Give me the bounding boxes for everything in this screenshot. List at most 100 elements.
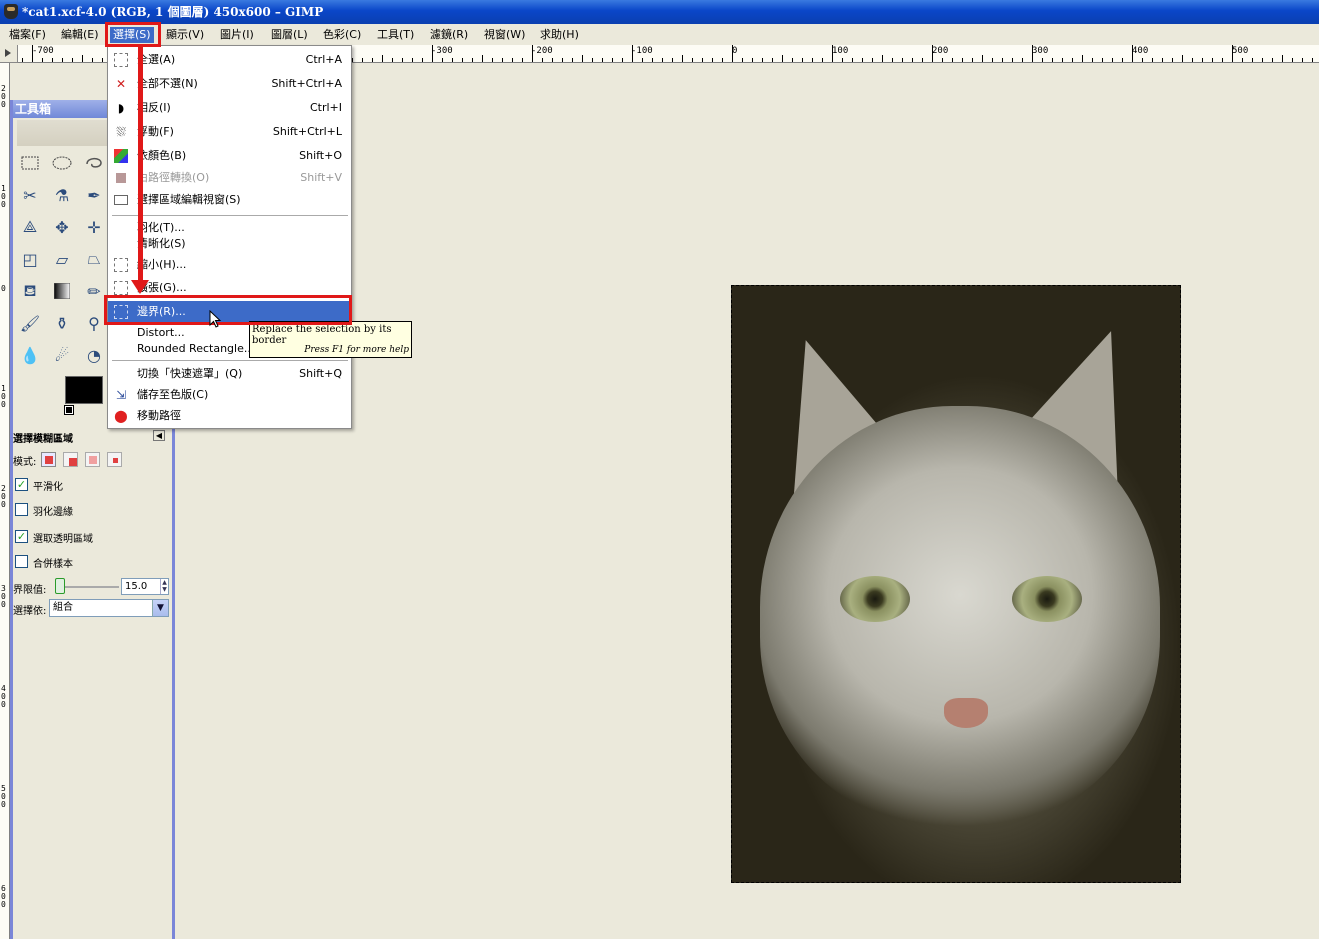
to-path-icon: ⬤ xyxy=(114,409,128,423)
quick-mask-corner-button[interactable] xyxy=(0,45,18,63)
mode-subtract-icon[interactable] xyxy=(85,452,100,467)
menu-layer[interactable]: 圖層(L) xyxy=(268,27,311,43)
mode-intersect-icon[interactable] xyxy=(107,452,122,467)
mode-replace-icon[interactable] xyxy=(41,452,56,467)
smudge-tool-icon[interactable]: ☄ xyxy=(49,342,75,368)
menu-image[interactable]: 圖片(I) xyxy=(217,27,257,43)
ruler-tick xyxy=(1122,58,1123,62)
menu-item-invert[interactable]: ◗ 相反(I) Ctrl+I xyxy=(108,97,351,119)
ruler-tick xyxy=(532,45,533,62)
ruler-tick xyxy=(462,58,463,62)
menu-item-select-none[interactable]: ✕ 全部不選(N) Shift+Ctrl+A xyxy=(108,73,351,95)
select-by-label: 選擇依: xyxy=(13,606,47,617)
menu-item-select-all[interactable]: 全選(A) Ctrl+A xyxy=(108,49,351,71)
lasso-tool-icon[interactable] xyxy=(81,150,107,176)
ruler-tick xyxy=(942,58,943,62)
menu-tools[interactable]: 工具(T) xyxy=(374,27,417,43)
blend-tool-icon[interactable] xyxy=(49,278,75,304)
ruler-tick xyxy=(602,58,603,62)
scale-tool-icon[interactable]: ◰ xyxy=(17,246,43,272)
ruler-tick xyxy=(812,58,813,62)
ruler-tick xyxy=(502,58,503,62)
menu-item-to-path[interactable]: ⬤ 移動路徑 xyxy=(108,405,351,427)
ruler-tick xyxy=(62,58,63,62)
close-icon: ✕ xyxy=(115,77,127,91)
menu-help[interactable]: 求助(H) xyxy=(537,27,582,43)
default-colors-icon[interactable] xyxy=(64,405,74,415)
paths-tool-icon[interactable]: ✒ xyxy=(81,182,107,208)
menu-filters[interactable]: 濾鏡(R) xyxy=(427,27,471,43)
ruler-tick xyxy=(512,58,513,62)
ruler-tick xyxy=(922,58,923,62)
ruler-tick xyxy=(382,55,383,62)
select-by-value: 組合 xyxy=(53,602,73,613)
sample-merged-checkbox[interactable] xyxy=(15,555,28,568)
menu-item-save-to-channel[interactable]: ⇲ 儲存至色版(C) xyxy=(108,384,351,406)
menu-edit[interactable]: 編輯(E) xyxy=(58,27,102,43)
foreground-select-tool-icon[interactable]: ⚗ xyxy=(49,182,75,208)
ruler-label: -700 xyxy=(32,46,54,56)
mode-add-icon[interactable] xyxy=(63,452,78,467)
threshold-spinbox[interactable]: 15.0 ▲ ▼ xyxy=(121,578,169,595)
ink-tool-icon[interactable]: ⚱ xyxy=(49,310,75,336)
antialias-checkbox[interactable]: ✓ xyxy=(15,478,28,491)
ruler-tick xyxy=(372,58,373,62)
airbrush-tool-icon[interactable]: 🖌 xyxy=(17,310,43,336)
select-by-dropdown[interactable]: 組合 ▼ xyxy=(49,599,169,617)
color-picker-tool-icon[interactable]: ⟁ xyxy=(17,214,43,240)
menu-file[interactable]: 檔案(F) xyxy=(6,27,49,43)
bucket-fill-tool-icon[interactable]: ⛾ xyxy=(17,278,43,304)
ellipse-select-tool-icon[interactable] xyxy=(49,150,75,176)
ruler-label: -100 xyxy=(631,46,653,56)
ruler-tick xyxy=(1102,58,1103,62)
feather-edges-checkbox[interactable] xyxy=(15,503,28,516)
threshold-label: 界限值: xyxy=(13,585,47,596)
rect-select-tool-icon[interactable] xyxy=(17,150,43,176)
ruler-tick xyxy=(102,58,103,62)
ruler-tick xyxy=(42,58,43,62)
options-menu-icon[interactable]: ◀ xyxy=(153,430,165,441)
menu-view[interactable]: 顯示(V) xyxy=(163,27,207,43)
shear-tool-icon[interactable]: ▱ xyxy=(49,246,75,272)
select-transparent-label: 選取透明區域 xyxy=(33,534,93,545)
ruler-tick xyxy=(432,45,433,62)
ruler-tick xyxy=(412,58,413,62)
menu-item-selection-editor[interactable]: 選擇區域編輯視窗(S) xyxy=(108,189,351,211)
move-tool-icon[interactable]: ✥ xyxy=(49,214,75,240)
ruler-tick xyxy=(792,58,793,62)
ruler-tick xyxy=(852,58,853,62)
ruler-tick xyxy=(712,58,713,62)
scissors-tool-icon[interactable]: ✂ xyxy=(17,182,43,208)
dodge-burn-tool-icon[interactable]: ◔ xyxy=(81,342,107,368)
ruler-tick xyxy=(862,58,863,62)
ruler-tick xyxy=(582,55,583,62)
ruler-tick xyxy=(52,58,53,62)
window-title-bar[interactable]: *cat1.xcf-4.0 (RGB, 1 個圖層) 450x600 – GIM… xyxy=(0,0,1319,24)
vertical-ruler[interactable]: 200 100 0 100 200 300 400 500 600 xyxy=(0,63,10,939)
cat-eye-left xyxy=(840,576,910,622)
menu-item-shrink[interactable]: 縮小(H)... xyxy=(108,254,351,276)
ruler-tick xyxy=(622,58,623,62)
menu-colors[interactable]: 色彩(C) xyxy=(320,27,364,43)
ruler-tick xyxy=(562,58,563,62)
menu-windows[interactable]: 視窗(W) xyxy=(481,27,528,43)
spin-arrows-icon[interactable]: ▲ ▼ xyxy=(160,579,168,594)
tooltip-text: Replace the selection by its border xyxy=(252,324,392,346)
cat-image-selection[interactable] xyxy=(731,285,1181,883)
menu-item-by-color[interactable]: 依顏色(B) Shift+O xyxy=(108,145,351,167)
align-tool-icon[interactable]: ✛ xyxy=(81,214,107,240)
chevron-down-icon[interactable]: ▼ xyxy=(152,600,168,616)
menu-item-float[interactable]: ⛆ 浮動(F) Shift+Ctrl+L xyxy=(108,121,351,143)
ruler-tick xyxy=(1232,45,1233,62)
float-icon: ⛆ xyxy=(116,125,126,139)
threshold-slider-handle[interactable] xyxy=(55,578,65,594)
menu-item-sharpen[interactable]: 清晰化(S) xyxy=(108,233,351,255)
threshold-slider-track[interactable] xyxy=(57,586,119,588)
blur-tool-icon[interactable]: 💧 xyxy=(17,342,43,368)
menu-item-toggle-quick-mask[interactable]: 切換「快速遮罩」(Q) Shift+Q xyxy=(108,363,351,385)
select-menu-dropdown: 全選(A) Ctrl+A ✕ 全部不選(N) Shift+Ctrl+A ◗ 相反… xyxy=(107,45,352,429)
perspective-tool-icon[interactable]: ⏢ xyxy=(81,246,107,272)
ruler-tick xyxy=(1042,58,1043,62)
foreground-color-swatch[interactable] xyxy=(65,376,103,404)
select-transparent-checkbox[interactable]: ✓ xyxy=(15,530,28,543)
